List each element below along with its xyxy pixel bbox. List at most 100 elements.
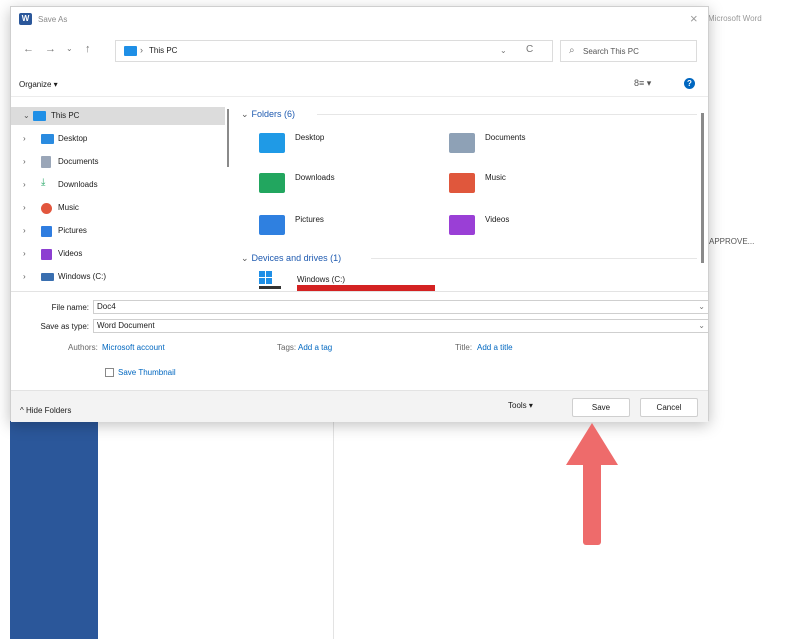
address-bar[interactable]: › This PC ⌄ C <box>115 40 553 62</box>
chevron-right-icon[interactable]: › <box>23 249 26 258</box>
pictures-icon <box>41 226 52 237</box>
search-icon: ⌕ <box>569 45 575 56</box>
up-arrow-icon[interactable]: ↑ <box>85 43 91 55</box>
nav-item-label: Downloads <box>58 180 98 189</box>
nav-item-label: Music <box>58 203 79 212</box>
cancel-button[interactable]: Cancel <box>640 398 698 417</box>
nav-pane-scrollbar[interactable] <box>227 109 229 167</box>
view-options-button[interactable]: 8≡ ▾ <box>634 78 651 89</box>
file-name-label: File name: <box>51 303 89 312</box>
videos-folder-icon <box>449 215 475 235</box>
chevron-right-icon[interactable]: › <box>23 226 26 235</box>
content-pane: ⌄ Folders (6) Desktop Documents Downloads… <box>235 103 709 291</box>
save-type-label: Save as type: <box>40 322 89 331</box>
chevron-down-icon[interactable]: ⌄ <box>698 321 705 330</box>
chevron-right-icon[interactable]: › <box>23 272 26 281</box>
chevron-right-icon[interactable]: › <box>23 203 26 212</box>
chevron-right-icon: › <box>140 45 143 55</box>
navigation-pane: ⌄ This PC › Desktop › Documents › ⤓ Down… <box>11 103 233 291</box>
nav-item-desktop[interactable]: › Desktop <box>11 130 225 148</box>
nav-item-label: Desktop <box>58 134 88 143</box>
folders-group-header[interactable]: ⌄ Folders (6) <box>241 109 295 120</box>
folder-downloads[interactable]: Downloads <box>259 173 459 207</box>
file-name-value[interactable]: Doc4 <box>97 302 116 311</box>
folder-label: Pictures <box>295 215 324 224</box>
nav-item-music[interactable]: › Music <box>11 199 225 217</box>
refresh-icon[interactable]: C <box>526 44 533 55</box>
chevron-right-icon[interactable]: › <box>23 134 26 143</box>
word-title: Microsoft Word <box>708 14 762 23</box>
chevron-down-icon[interactable]: ⌄ <box>500 46 507 55</box>
annotation-arrow-head <box>566 423 618 465</box>
tools-button[interactable]: Tools ▾ <box>508 401 533 410</box>
chevron-down-icon[interactable]: ⌄ <box>23 111 30 120</box>
help-icon[interactable]: ? <box>684 78 695 89</box>
file-name-field[interactable]: Doc4 ⌄ <box>93 300 709 314</box>
nav-item-downloads[interactable]: › ⤓ Downloads <box>11 176 225 194</box>
content-scrollbar[interactable] <box>701 113 704 263</box>
nav-item-label: Documents <box>58 157 99 166</box>
authors-link[interactable]: Microsoft account <box>102 343 165 352</box>
nav-item-this-pc[interactable]: ⌄ This PC <box>11 107 225 125</box>
title-link[interactable]: Add a title <box>477 343 513 352</box>
forward-arrow-icon[interactable]: → <box>45 43 56 55</box>
pc-icon <box>33 111 46 121</box>
folder-music[interactable]: Music <box>449 173 649 207</box>
group-divider <box>317 114 697 115</box>
chevron-down-icon[interactable]: ⌄ <box>241 253 249 263</box>
address-path[interactable]: This PC <box>149 46 177 55</box>
recent-locations-icon[interactable]: ⌄ <box>66 44 73 53</box>
download-arrow-icon: ⤓ <box>41 177 46 188</box>
chevron-down-icon[interactable]: ⌄ <box>698 302 705 311</box>
chevron-right-icon[interactable]: › <box>23 157 26 166</box>
documents-folder-icon <box>449 133 475 153</box>
folder-label: Videos <box>485 215 510 224</box>
music-icon <box>41 203 52 214</box>
documents-icon <box>41 156 51 168</box>
save-thumbnail-checkbox[interactable] <box>105 368 114 377</box>
chevron-right-icon[interactable]: › <box>23 180 26 189</box>
group-divider <box>371 258 697 259</box>
hide-folders-button[interactable]: ^ Hide Folders <box>20 406 71 415</box>
save-as-type-select[interactable]: Word Document ⌄ <box>93 319 709 333</box>
tags-link[interactable]: Add a tag <box>298 343 332 352</box>
folder-label: Documents <box>485 133 526 142</box>
back-arrow-icon[interactable]: ← <box>23 43 34 55</box>
dialog-titlebar: W Save As × <box>11 7 708 31</box>
folder-pictures[interactable]: Pictures <box>259 215 459 249</box>
annotation-arrow-shaft <box>583 462 601 545</box>
organize-button[interactable]: Organize ▾ <box>19 80 58 89</box>
drive-label[interactable]: Windows (C:) <box>297 275 345 284</box>
search-input[interactable]: Search This PC <box>583 47 639 56</box>
navigation-row: ← → ⌄ ↑ › This PC ⌄ C ⌕ Search This PC <box>11 37 708 65</box>
nav-item-pictures[interactable]: › Pictures <box>11 222 225 240</box>
close-icon[interactable]: × <box>690 11 698 26</box>
word-approve-text: APPROVE... <box>709 237 755 246</box>
tags-label: Tags: <box>277 343 297 352</box>
form-separator <box>11 291 708 292</box>
pictures-folder-icon <box>259 215 285 235</box>
folder-videos[interactable]: Videos <box>449 215 649 249</box>
devices-group-header[interactable]: ⌄ Devices and drives (1) <box>241 253 341 264</box>
nav-item-windows-c[interactable]: › Windows (C:) <box>11 268 225 286</box>
videos-icon <box>41 249 52 260</box>
folder-desktop[interactable]: Desktop <box>259 133 459 167</box>
folder-documents[interactable]: Documents <box>449 133 649 167</box>
word-sidebar <box>10 420 98 639</box>
save-thumbnail-label[interactable]: Save Thumbnail <box>118 368 176 377</box>
nav-item-videos[interactable]: › Videos <box>11 245 225 263</box>
search-box[interactable]: ⌕ Search This PC <box>560 40 697 62</box>
folder-label: Downloads <box>295 173 335 182</box>
nav-item-label: Pictures <box>58 226 87 235</box>
nav-item-documents[interactable]: › Documents <box>11 153 225 171</box>
word-app-icon: W <box>19 13 32 25</box>
desktop-folder-icon <box>259 133 285 153</box>
command-bar: Organize ▾ 8≡ ▾ ? <box>11 73 708 97</box>
save-button[interactable]: Save <box>572 398 630 417</box>
windows-drive-icon[interactable] <box>259 271 281 289</box>
desktop-icon <box>41 134 54 144</box>
pc-icon <box>124 46 137 56</box>
save-type-value[interactable]: Word Document <box>97 321 155 330</box>
save-as-dialog: W Save As × ← → ⌄ ↑ › This PC ⌄ C ⌕ Sear… <box>10 6 709 422</box>
chevron-down-icon[interactable]: ⌄ <box>241 109 249 119</box>
